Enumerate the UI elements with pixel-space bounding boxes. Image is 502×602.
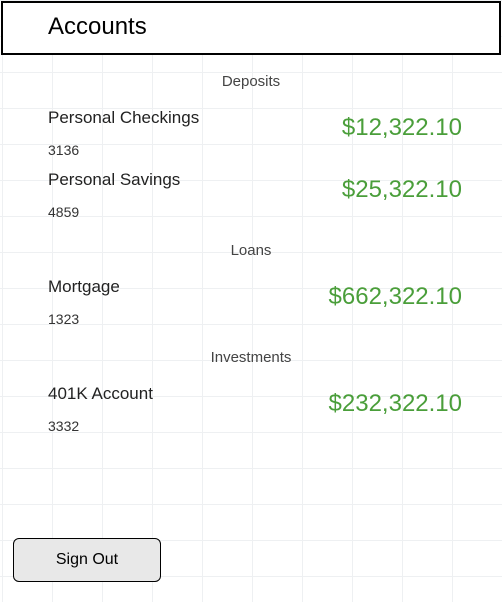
account-number: 1323 [48, 311, 120, 327]
account-number: 4859 [48, 204, 180, 220]
account-row[interactable]: Personal Checkings 3136 $12,322.10 [0, 100, 502, 162]
section-header-investments: Investments [0, 349, 502, 366]
account-number: 3332 [48, 418, 153, 434]
account-name: Mortgage [48, 277, 120, 297]
page-title: Accounts [48, 13, 499, 41]
account-info: Mortgage 1323 [48, 277, 120, 327]
account-balance: $25,322.10 [342, 176, 462, 204]
account-balance: $12,322.10 [342, 114, 462, 142]
account-row[interactable]: Mortgage 1323 $662,322.10 [0, 269, 502, 331]
section-header-loans: Loans [0, 242, 502, 259]
section-header-deposits: Deposits [0, 73, 502, 90]
account-name: Personal Savings [48, 170, 180, 190]
account-name: Personal Checkings [48, 108, 199, 128]
account-name: 401K Account [48, 384, 153, 404]
sign-out-button[interactable]: Sign Out [13, 538, 161, 582]
account-balance: $232,322.10 [329, 390, 462, 418]
account-info: Personal Savings 4859 [48, 170, 180, 220]
account-row[interactable]: Personal Savings 4859 $25,322.10 [0, 162, 502, 224]
account-row[interactable]: 401K Account 3332 $232,322.10 [0, 376, 502, 438]
account-info: Personal Checkings 3136 [48, 108, 199, 158]
page-header: Accounts [1, 1, 501, 55]
account-balance: $662,322.10 [329, 283, 462, 311]
account-number: 3136 [48, 142, 199, 158]
account-info: 401K Account 3332 [48, 384, 153, 434]
